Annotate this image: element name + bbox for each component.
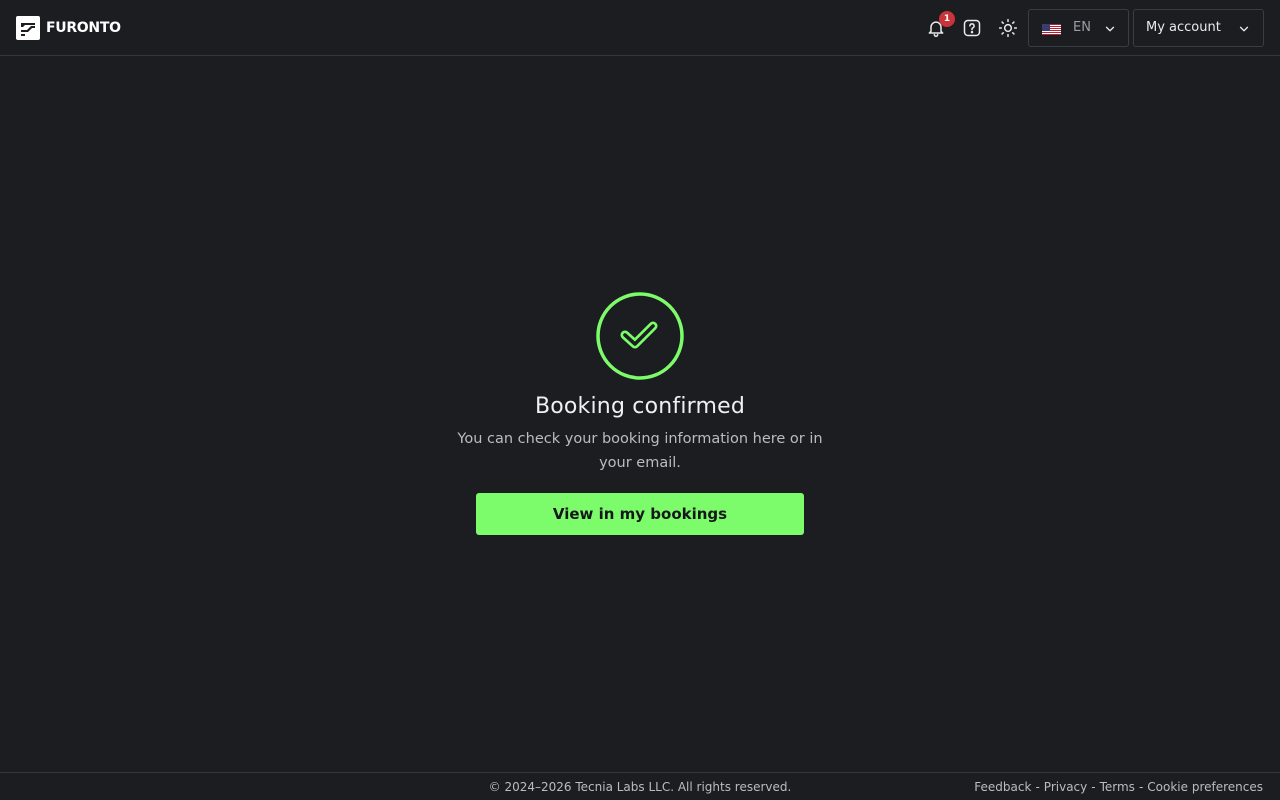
cookie-preferences-link[interactable]: Cookie preferences	[1147, 780, 1263, 794]
footer: © 2024–2026 Tecnia Labs LLC. All rights …	[0, 772, 1280, 800]
notification-badge: 1	[939, 11, 955, 27]
view-bookings-button[interactable]: View in my bookings	[476, 493, 804, 535]
chevron-down-icon	[1105, 26, 1115, 32]
separator: -	[1035, 780, 1040, 794]
confirmation-description: You can check your booking information h…	[457, 431, 823, 471]
logo[interactable]: FURONTO	[16, 16, 121, 40]
theme-toggle-button[interactable]	[994, 14, 1022, 42]
success-check-icon	[596, 292, 684, 380]
confirmation-panel: Booking confirmed You can check your boo…	[0, 290, 1280, 535]
separator: -	[1138, 780, 1144, 794]
account-label: My account	[1146, 20, 1221, 35]
help-icon	[963, 19, 981, 37]
notifications-button[interactable]: 1	[922, 11, 955, 42]
footer-links: Feedback - Privacy - Terms - Cookie pref…	[974, 780, 1263, 794]
separator: -	[1091, 780, 1096, 794]
help-button[interactable]	[958, 14, 986, 42]
terms-link[interactable]: Terms	[1100, 780, 1135, 794]
feedback-link[interactable]: Feedback	[974, 780, 1031, 794]
logo-text: FURONTO	[46, 20, 121, 36]
account-menu-button[interactable]: My account	[1133, 9, 1264, 47]
chevron-down-icon	[1239, 26, 1249, 32]
language-selector[interactable]: EN	[1028, 9, 1129, 47]
language-code: EN	[1073, 20, 1091, 35]
privacy-link[interactable]: Privacy	[1044, 780, 1087, 794]
page-title: Booking confirmed	[534, 394, 746, 419]
sun-icon	[998, 18, 1018, 38]
logo-mark-icon	[16, 16, 40, 40]
us-flag-icon	[1042, 22, 1061, 35]
top-bar: FURONTO 1 EN My account	[0, 0, 1280, 56]
